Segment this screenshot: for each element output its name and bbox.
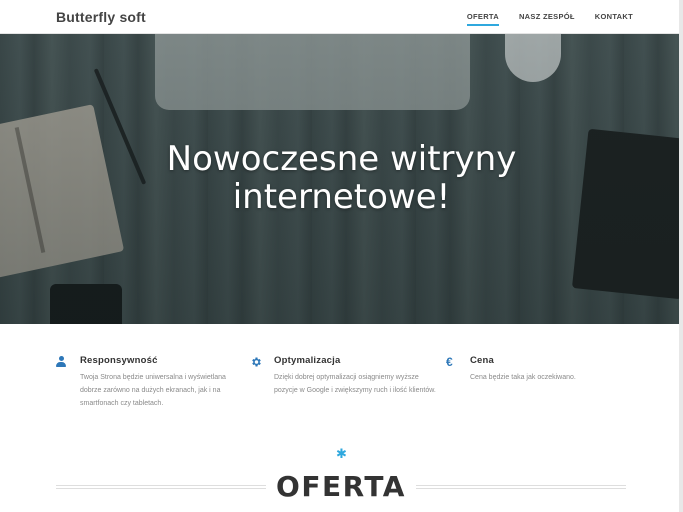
nav-link-kontakt[interactable]: KONTAKT	[595, 12, 633, 26]
features-section: Responsywność Twoja Strona będzie uniwer…	[0, 324, 683, 434]
feature-title: Optymalizacja	[274, 355, 341, 366]
brand-logo[interactable]: Butterfly soft	[56, 9, 146, 25]
feature-text: Dzięki dobrej optymalizacji osiągniemy w…	[274, 374, 436, 394]
nav-link-nasz-zespol[interactable]: NASZ ZESPÓŁ	[519, 12, 575, 26]
feature-title: Cena	[470, 355, 495, 366]
hero-title-line-2: internetowe!	[232, 177, 451, 217]
euro-icon: €	[446, 355, 453, 369]
feature-text: Cena będzie taka jak oczekiwano.	[470, 374, 576, 381]
asterisk-icon: ✱	[336, 446, 347, 461]
section-heading: OFERTA	[56, 468, 626, 508]
user-icon	[56, 356, 68, 368]
feature-text: Twoja Strona będzie uniwersalna i wyświe…	[80, 374, 226, 407]
hero-title: Nowoczesne witryny internetowe!	[0, 140, 683, 216]
hero-banner: Nowoczesne witryny internetowe!	[0, 34, 683, 324]
top-navbar: Butterfly soft OFERTA NASZ ZESPÓŁ KONTAK…	[0, 0, 683, 34]
gear-icon	[250, 356, 262, 368]
nav-link-oferta[interactable]: OFERTA	[466, 12, 499, 26]
feature-title: Responsywność	[80, 355, 158, 366]
page-scrollbar[interactable]	[679, 0, 683, 512]
section-title: OFERTA	[276, 470, 406, 503]
hero-title-line-1: Nowoczesne witryny	[166, 139, 517, 179]
main-nav: OFERTA NASZ ZESPÓŁ KONTAKT	[466, 12, 633, 26]
